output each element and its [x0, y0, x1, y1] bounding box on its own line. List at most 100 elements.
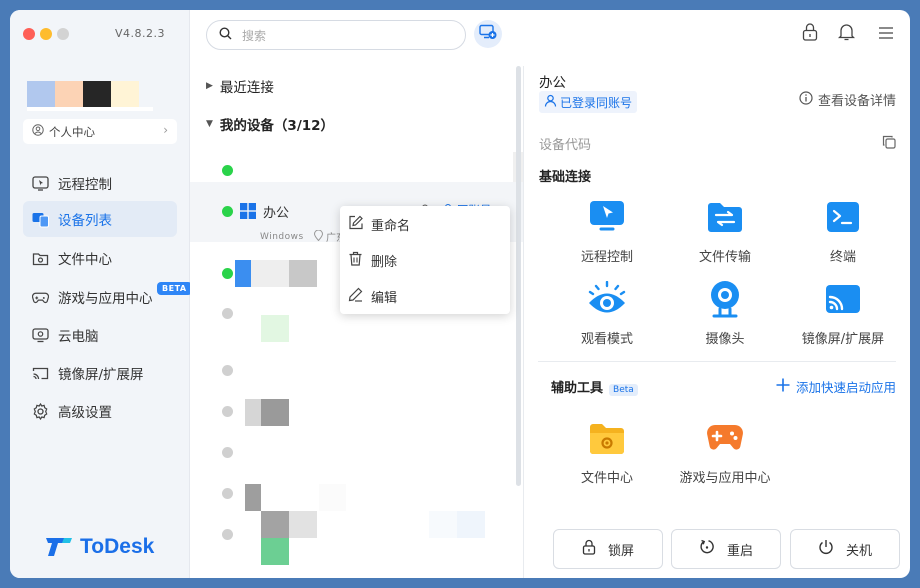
- view-device-details-label: 查看设备详情: [817, 94, 896, 109]
- search-input[interactable]: 搜索: [206, 20, 466, 50]
- sidebar: V4.8.2.3 个人中心 › 远程控制 设备列表 文件中心 游戏与应用中心 B…: [10, 10, 192, 578]
- terminal-icon: [824, 198, 862, 236]
- feature-label: 文件传输: [698, 250, 751, 265]
- gamepad-icon: [706, 419, 744, 457]
- profile-center-label: 个人中心: [49, 124, 95, 139]
- user-circle-icon: [32, 124, 44, 139]
- rename-icon: [348, 215, 363, 234]
- remote-control-icon: [32, 175, 49, 192]
- offline-status-dot: [222, 365, 233, 376]
- todesk-logo: ToDesk: [44, 535, 154, 559]
- recent-connections-label: 最近连接: [219, 80, 274, 96]
- copy-button[interactable]: [882, 134, 896, 153]
- hamburger-menu-icon: [878, 25, 894, 44]
- lock-button[interactable]: [800, 23, 820, 45]
- offline-status-dot: [222, 406, 233, 417]
- feature-label: 观看模式: [580, 332, 633, 347]
- close-window-button[interactable]: [23, 28, 35, 40]
- sidebar-item-label: 镜像屏/扩展屏: [58, 367, 144, 383]
- minimize-window-button[interactable]: [40, 28, 52, 40]
- beta-badge: BETA: [157, 282, 192, 295]
- device-list-panel: ▶ 最近连接 ▼ 我的设备（3/12） 办公 同账号: [190, 66, 524, 578]
- my-devices-header[interactable]: ▼ 我的设备（3/12）: [206, 114, 334, 134]
- device-os: Windows: [260, 232, 304, 242]
- sidebar-item-label: 游戏与应用中心: [58, 291, 153, 307]
- online-status-dot: [222, 165, 233, 176]
- pencil-icon: [348, 287, 363, 306]
- plus-icon: [776, 378, 790, 395]
- search-placeholder: 搜索: [242, 28, 267, 43]
- copy-icon: [882, 134, 896, 153]
- sidebar-item-label: 云电脑: [58, 329, 99, 345]
- tool-label: 游戏与应用中心: [679, 471, 771, 486]
- lock-screen-label: 锁屏: [607, 543, 634, 559]
- screen-cast-icon: [32, 365, 49, 382]
- add-quick-launch-label: 添加快速启动应用: [795, 380, 896, 395]
- profile-center-button[interactable]: 个人中心 ›: [23, 119, 177, 144]
- offline-status-dot: [222, 308, 233, 319]
- sidebar-item-remote-control[interactable]: 远程控制: [23, 165, 177, 201]
- sidebar-item-file-center[interactable]: 文件中心: [23, 240, 177, 276]
- brand-name: ToDesk: [80, 535, 155, 558]
- restart-button[interactable]: 重启: [671, 529, 781, 569]
- restart-label: 重启: [726, 543, 753, 559]
- sidebar-item-cloud-pc[interactable]: 云电脑: [23, 317, 177, 353]
- delete-menu-item[interactable]: 删除: [340, 242, 510, 278]
- device-name: 办公: [263, 206, 290, 221]
- windows-logo-icon: [240, 203, 256, 223]
- delete-label: 删除: [371, 254, 398, 270]
- sidebar-item-label: 远程控制: [58, 177, 112, 193]
- edit-menu-item[interactable]: 编辑: [340, 278, 510, 314]
- tool-label: 文件中心: [580, 471, 633, 486]
- section-divider: [538, 361, 896, 362]
- device-list-icon: [32, 211, 49, 228]
- sidebar-item-device-list[interactable]: 设备列表: [23, 201, 177, 237]
- add-device-button[interactable]: [474, 20, 502, 48]
- rename-menu-item[interactable]: 重命名: [340, 206, 510, 242]
- view-device-details-link[interactable]: 查看设备详情: [799, 90, 896, 109]
- file-center-tool[interactable]: 文件中心: [552, 419, 662, 486]
- user-icon: [544, 94, 557, 110]
- remote-control-icon: [588, 198, 626, 236]
- screen-mirror-feature[interactable]: 镜像屏/扩展屏: [788, 280, 898, 347]
- shutdown-label: 关机: [845, 543, 872, 559]
- sidebar-item-screen-mirror[interactable]: 镜像屏/扩展屏: [23, 355, 177, 391]
- edit-label: 编辑: [371, 290, 398, 306]
- sidebar-item-game-app-center[interactable]: 游戏与应用中心: [23, 279, 177, 315]
- file-transfer-feature[interactable]: 文件传输: [670, 198, 780, 265]
- tools-beta-tag: Beta: [609, 384, 638, 396]
- lock-screen-button[interactable]: 锁屏: [553, 529, 663, 569]
- remote-control-feature[interactable]: 远程控制: [552, 198, 662, 265]
- collapse-down-icon: ▼: [206, 119, 213, 129]
- power-icon: [818, 539, 834, 559]
- device-context-menu: 重命名 删除 编辑: [340, 206, 510, 314]
- device-code-label: 设备代码: [539, 138, 592, 153]
- shutdown-button[interactable]: 关机: [790, 529, 900, 569]
- camera-icon: [706, 280, 744, 318]
- lock-icon: [802, 23, 818, 45]
- detail-device-name: 办公: [539, 75, 566, 91]
- recent-connections-header[interactable]: ▶ 最近连接: [206, 76, 274, 96]
- device-list-scrollbar[interactable]: [516, 66, 521, 486]
- camera-feature[interactable]: 摄像头: [670, 280, 780, 347]
- sidebar-item-advanced-settings[interactable]: 高级设置: [23, 393, 177, 429]
- menu-button[interactable]: [876, 24, 896, 44]
- device-detail-panel: 办公 已登录同账号 查看设备详情 设备代码 基础连接 远程控制 文件传输 终端 …: [524, 66, 910, 578]
- tools-title: 辅助工具 Beta: [551, 377, 638, 396]
- tools-title-label: 辅助工具: [551, 381, 604, 396]
- app-window: V4.8.2.3 个人中心 › 远程控制 设备列表 文件中心 游戏与应用中心 B…: [10, 10, 910, 578]
- location-pin-icon: [313, 229, 324, 244]
- maximize-window-button[interactable]: [57, 28, 69, 40]
- expand-right-icon: ▶: [206, 81, 213, 91]
- game-app-center-tool[interactable]: 游戏与应用中心: [670, 419, 780, 486]
- offline-status-dot: [222, 447, 233, 458]
- terminal-feature[interactable]: 终端: [788, 198, 898, 265]
- notification-button[interactable]: [836, 24, 856, 44]
- search-icon: [219, 27, 232, 43]
- eye-icon: [588, 280, 626, 318]
- add-device-icon: [479, 24, 497, 44]
- basic-connection-title: 基础连接: [539, 170, 592, 185]
- add-quick-launch-button[interactable]: 添加快速启动应用: [776, 377, 896, 396]
- view-mode-feature[interactable]: 观看模式: [552, 280, 662, 347]
- lock-icon: [582, 539, 596, 559]
